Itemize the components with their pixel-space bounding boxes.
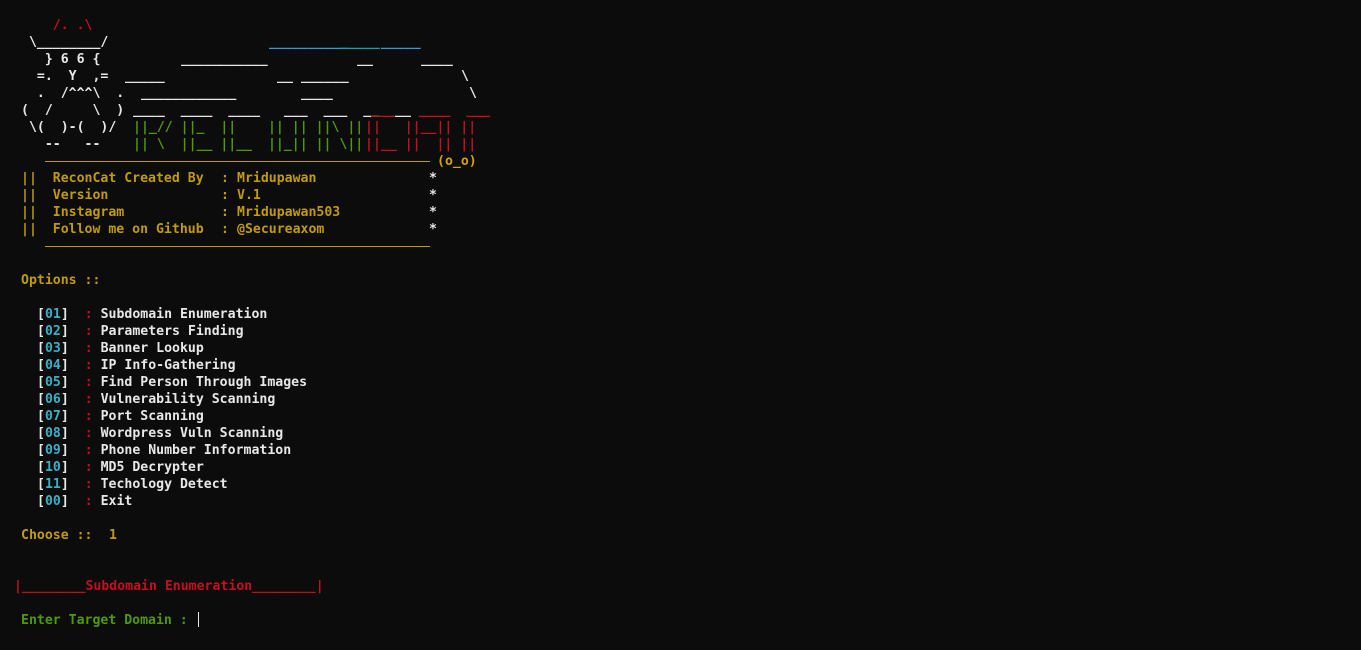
info-border: || [21, 205, 37, 220]
ascii-line: __ [357, 52, 373, 67]
option-item[interactable]: [03] : Banner Lookup [37, 340, 204, 357]
option-item[interactable]: [10] : MD5 Decrypter [37, 459, 204, 476]
ascii-line: _____ [125, 69, 165, 84]
option-item[interactable]: [00] : Exit [37, 493, 132, 510]
ascii-line: \ [469, 86, 477, 101]
info-row: || Follow me on Github [21, 221, 204, 238]
ascii-line: ||__ || || || [365, 137, 477, 152]
info-box-bottom-border [45, 246, 430, 247]
ascii-line: ______ [220, 52, 268, 67]
info-star: * [429, 188, 437, 203]
info-key: Version [52, 188, 109, 203]
option-item[interactable]: [02] : Parameters Finding [37, 323, 244, 340]
ascii-line: \________/ [21, 35, 109, 50]
info-separator: : [221, 171, 229, 186]
info-value: Mridupawan [237, 171, 317, 186]
ascii-line: _____ [340, 35, 380, 50]
choose-value: 1 [109, 528, 117, 543]
option-item[interactable]: [04] : IP Info-Gathering [37, 357, 236, 374]
ascii-line: _____ [181, 52, 221, 67]
ascii-line: \( )-( )/ [21, 120, 117, 135]
option-item[interactable]: [06] : Vulnerability Scanning [37, 391, 275, 408]
info-value: V.1 [237, 188, 261, 203]
option-item[interactable]: [08] : Wordpress Vuln Scanning [37, 425, 283, 442]
ascii-line: \ [461, 69, 469, 84]
ascii-line: ___ ____ ___ [371, 103, 491, 118]
info-star: * [429, 171, 437, 186]
info-key: ReconCat Created By [52, 171, 204, 186]
info-value: Mridupawan503 [237, 205, 341, 220]
info-key: Instagram [52, 205, 125, 220]
option-item[interactable]: [11] : Techology Detect [37, 476, 228, 493]
ascii-line: /. .\ [21, 18, 93, 33]
info-row: || Instagram [21, 204, 124, 221]
options-title: Options :: [21, 273, 101, 288]
prompt-line[interactable]: Enter Target Domain : [21, 612, 199, 629]
terminal-window[interactable]: /. .\ \________/ } 6 6 { =. Y ,= . /^^^\… [0, 0, 1361, 650]
info-border: || [21, 222, 37, 237]
ascii-line: ____ [421, 52, 453, 67]
choose-label: Choose :: [21, 528, 93, 543]
ascii-line: || \ ||__ ||__ ||_|| || \|| [133, 137, 364, 152]
ascii-line: ______ [301, 69, 349, 84]
ascii-line: -- -- [21, 137, 101, 152]
option-item[interactable]: [07] : Port Scanning [37, 408, 204, 425]
ascii-line: ____ [301, 86, 333, 101]
info-star: * [429, 205, 437, 220]
ascii-line: __ [277, 69, 293, 84]
option-item[interactable]: [01] : Subdomain Enumeration [37, 306, 267, 323]
ascii-line: ____________ [141, 86, 237, 101]
info-star: * [429, 222, 437, 237]
ascii-line: ____ ____ ____ ___ ___ __ __ [133, 103, 411, 118]
info-separator: : [221, 222, 229, 237]
info-row: || ReconCat Created By [21, 170, 204, 187]
prompt-label: Enter Target Domain : [21, 613, 188, 628]
option-item[interactable]: [09] : Phone Number Information [37, 442, 291, 459]
info-key: Follow me on Github [52, 222, 204, 237]
ascii-line: __________ [269, 35, 349, 50]
ascii-line: || ||__|| || [365, 120, 477, 135]
option-item[interactable]: [05] : Find Person Through Images [37, 374, 307, 391]
face-emoticon: (o_o) [437, 154, 477, 169]
info-border: || [21, 171, 37, 186]
info-value: @Secureaxom [237, 222, 325, 237]
info-border: || [21, 188, 37, 203]
info-row: || Version [21, 187, 108, 204]
ascii-line: _____ [381, 35, 421, 50]
info-separator: : [221, 188, 229, 203]
ascii-line: =. Y ,= [21, 69, 109, 84]
text-cursor [197, 612, 199, 627]
ascii-line: ||_// ||_ || || || ||\ || [133, 120, 364, 135]
info-separator: : [221, 205, 229, 220]
ascii-line: . /^^^\ . [21, 86, 125, 101]
ascii-line: } 6 6 { [21, 52, 101, 67]
section-banner: |________Subdomain Enumeration________| [14, 579, 324, 594]
ascii-line: ( / \ ) [21, 103, 125, 118]
info-box-top-border [45, 161, 430, 162]
